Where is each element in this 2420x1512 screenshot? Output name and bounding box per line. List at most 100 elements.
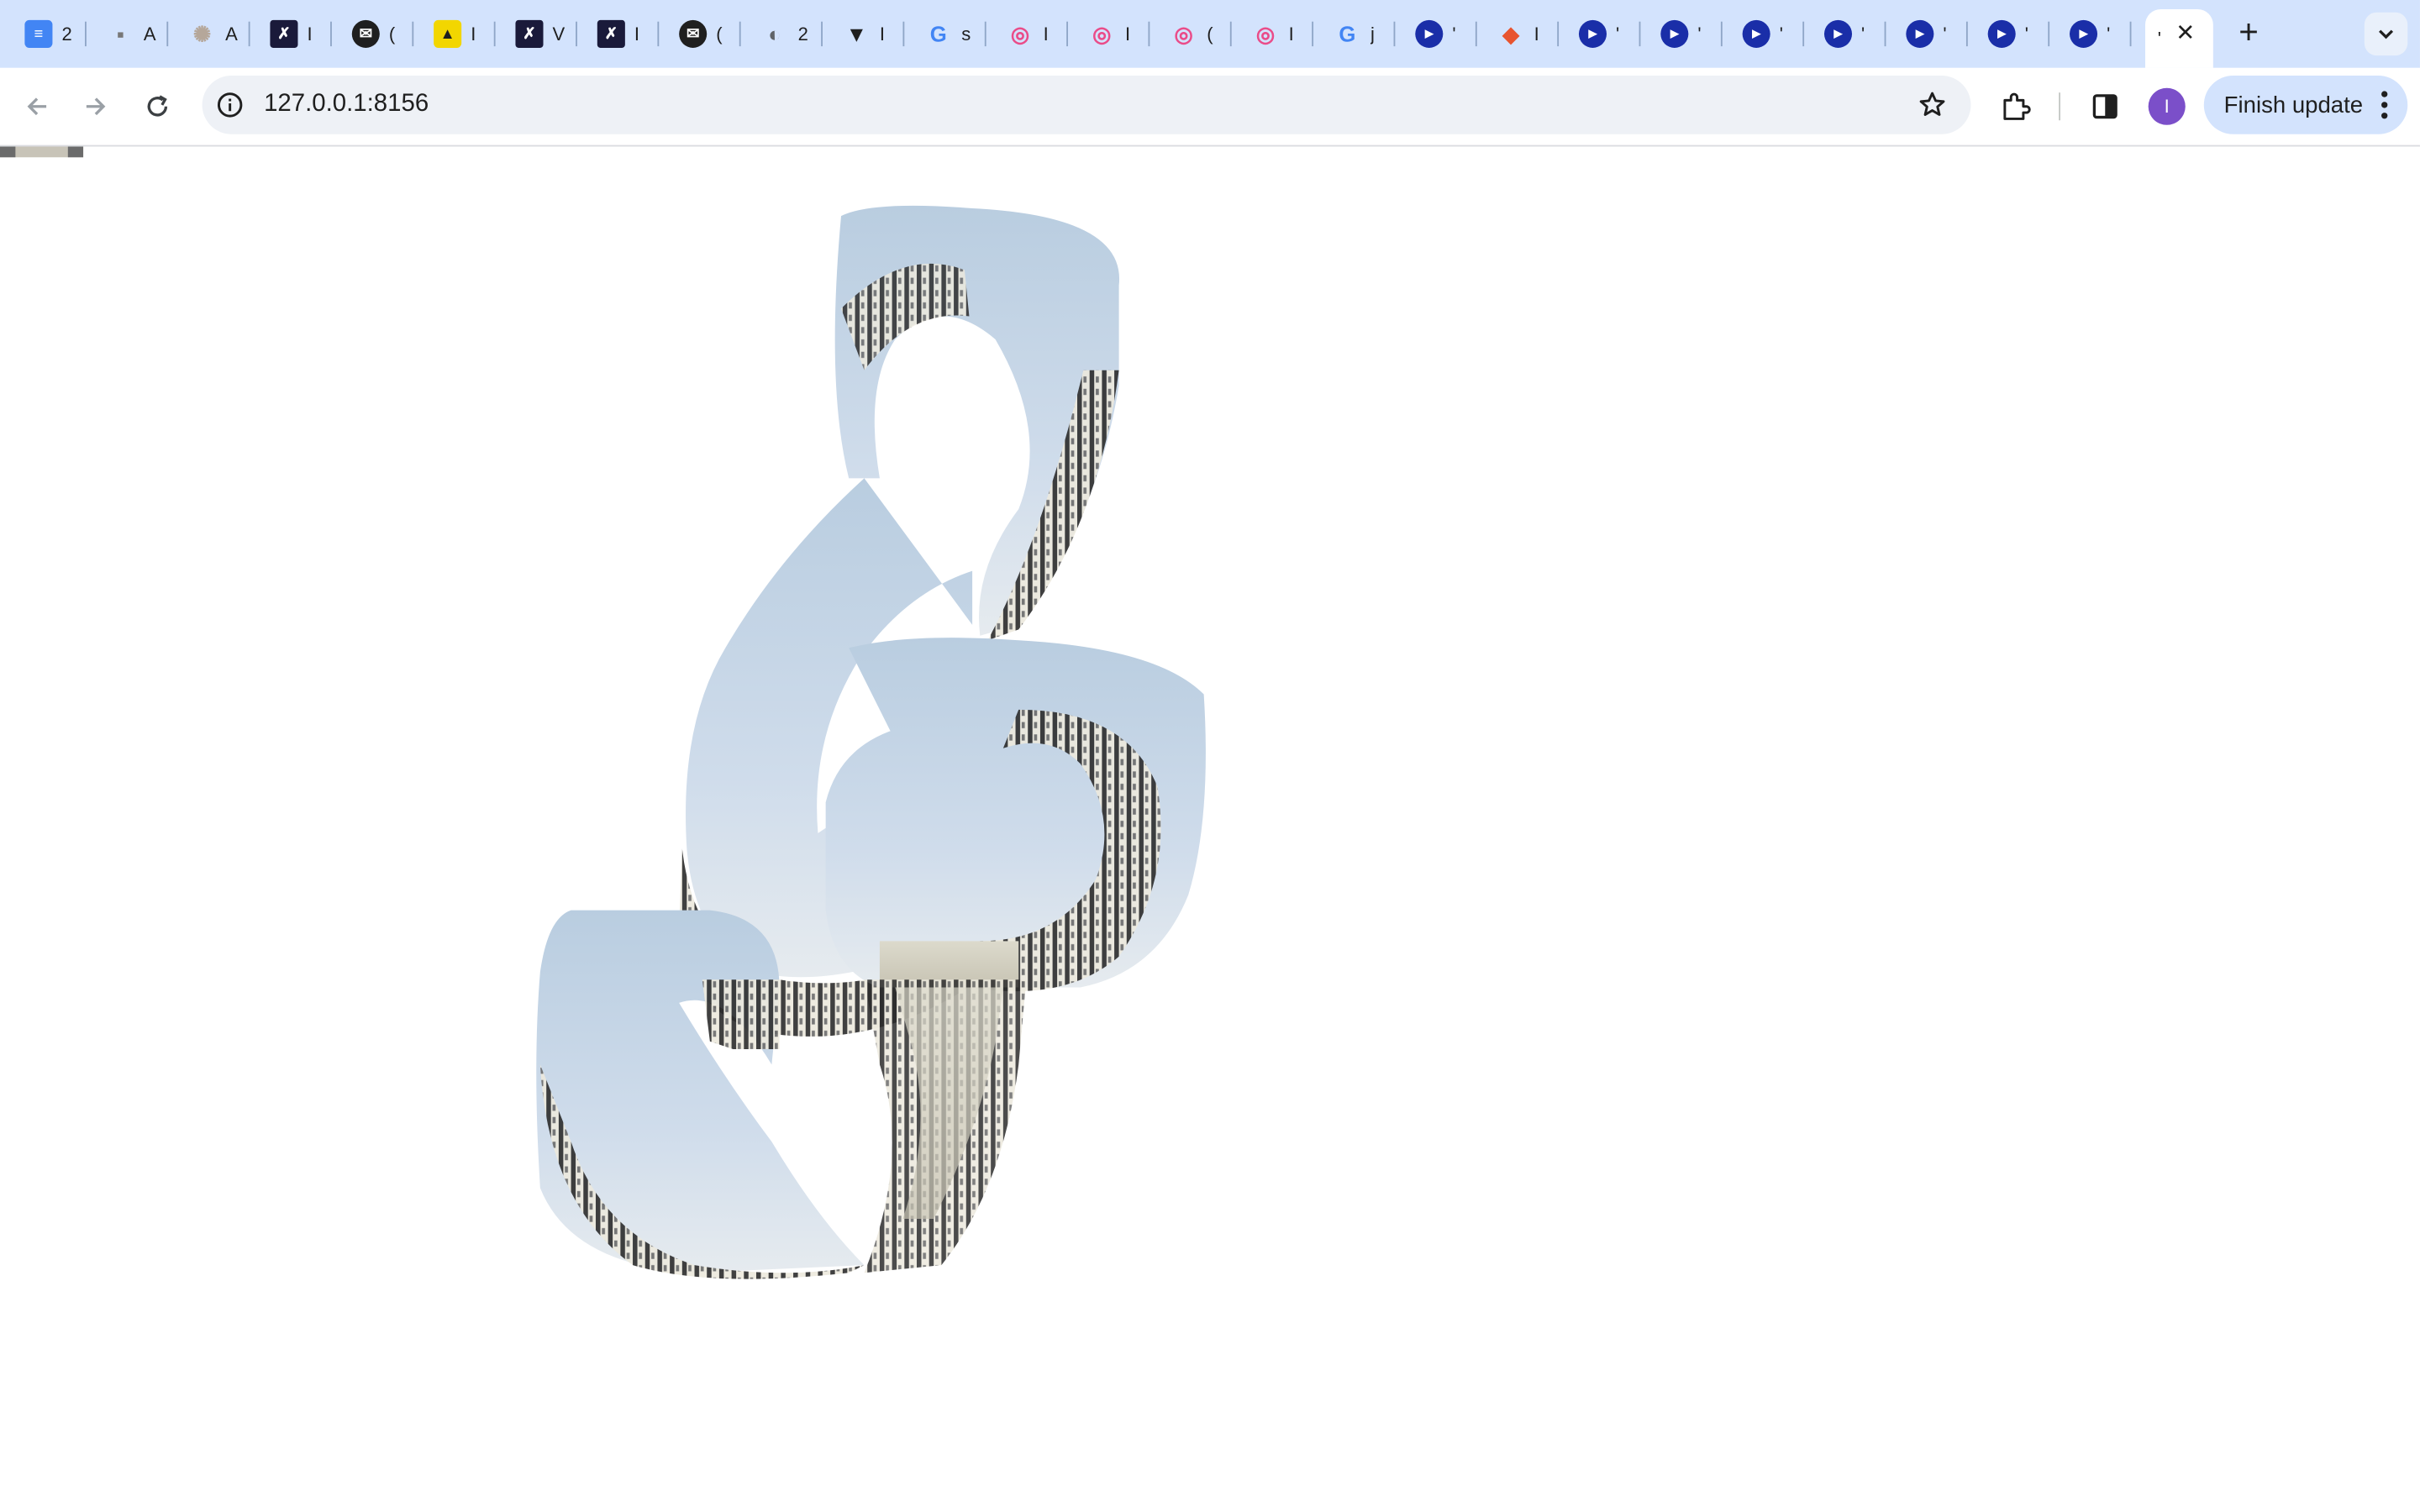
tab-15[interactable]: ◎(	[1150, 9, 1232, 59]
toolbar: 127.0.0.1:8156 I Finish update	[0, 67, 2420, 147]
site-info-icon[interactable]	[214, 90, 245, 121]
tab-12[interactable]: Gs	[904, 9, 986, 59]
tab-7[interactable]: ✗ V	[496, 9, 577, 59]
chevron-down-icon[interactable]	[2364, 12, 2408, 56]
dribbble-icon: ◎	[1010, 20, 1030, 46]
avatar[interactable]: I	[2148, 87, 2186, 125]
tab-title: (	[388, 23, 396, 45]
tab-23[interactable]: ▶ '	[1804, 9, 1886, 59]
plus-icon[interactable]: +	[2228, 13, 2269, 55]
editor-icon: ✗	[270, 19, 298, 48]
generic-site-icon: ▪	[116, 21, 124, 47]
tab-11[interactable]: ▼ I	[823, 9, 905, 59]
url-text: 127.0.0.1:8156	[264, 91, 429, 118]
corner-thumbnail	[0, 146, 84, 158]
bookmark-star-icon[interactable]	[1915, 88, 1949, 122]
mail-icon: ✉	[679, 19, 708, 48]
tab-title: 2	[797, 23, 808, 45]
vector-icon: ▼	[845, 21, 868, 47]
dribbble-icon: ◎	[1092, 20, 1112, 46]
more-menu-icon[interactable]	[2380, 90, 2389, 121]
tab-title: 2	[61, 23, 72, 45]
google-icon: G	[929, 21, 947, 47]
tab-22[interactable]: ▶ '	[1723, 9, 1805, 59]
tab-3[interactable]: ✺ A	[168, 9, 250, 59]
tab-title: I	[634, 23, 640, 45]
play-icon: ▶	[1987, 19, 2016, 48]
tab-strip: ≡ 2 ▪ A ✺ A ✗ I ✉(▲ I ✗ V ✗ I ✉(◐ 2 ▼ I Gs ◎ I ◎ I ◎(◎ I Gj ▶ ' ◆ I ▶ '…	[0, 0, 2420, 68]
tab-title: '	[1943, 23, 1947, 45]
tab-title: I	[1534, 23, 1539, 45]
tab-title: (	[1207, 23, 1213, 45]
tab-14[interactable]: ◎ I	[1068, 9, 1150, 59]
tab-25[interactable]: ▶ '	[1968, 9, 2050, 59]
tab-title: I	[1124, 23, 1131, 45]
google-icon: G	[1339, 21, 1356, 47]
play-icon: ▶	[1578, 19, 1607, 48]
tab-title: V	[552, 23, 566, 45]
editor-icon: ✗	[597, 19, 625, 48]
page-content	[0, 146, 2420, 1512]
tab-title: '	[1861, 23, 1865, 45]
yellow-app-icon: ▲	[434, 19, 462, 48]
address-bar[interactable]: 127.0.0.1:8156	[202, 75, 1971, 134]
play-icon: ▶	[2070, 19, 2098, 48]
tab-title: I	[1288, 23, 1294, 45]
side-panel-icon[interactable]	[2085, 87, 2125, 127]
tab-title: I	[879, 23, 886, 45]
finish-update-button[interactable]: Finish update	[2203, 75, 2408, 134]
tab-title: s	[961, 23, 971, 45]
tab-active[interactable]: ' ✕	[2145, 9, 2213, 68]
globe-icon: ◐	[768, 21, 781, 47]
tab-26[interactable]: ▶ '	[2049, 9, 2132, 59]
toolbar-divider	[2059, 92, 2060, 121]
tab-title: A	[143, 23, 156, 45]
tab-1[interactable]: ≡ 2	[5, 9, 87, 59]
tab-5[interactable]: ✉(	[332, 9, 414, 59]
swirl-sculpture-image	[536, 205, 1206, 1279]
tab-13[interactable]: ◎ I	[986, 9, 1068, 59]
tab-8[interactable]: ✗ I	[577, 9, 660, 59]
tab-9[interactable]: ✉(	[659, 9, 741, 59]
play-icon: ▶	[1660, 19, 1689, 48]
tab-title: I	[471, 23, 476, 45]
tab-18[interactable]: ▶ '	[1395, 9, 1477, 59]
extensions-icon[interactable]	[1996, 87, 2036, 127]
close-icon[interactable]: ✕	[2173, 21, 2197, 46]
tab-17[interactable]: Gj	[1313, 9, 1396, 59]
tab-title: '	[2107, 23, 2111, 45]
tab-title: '	[1779, 23, 1783, 45]
openai-icon: ✺	[192, 20, 212, 46]
tab-title: I	[307, 23, 313, 45]
dribbble-icon: ◎	[1174, 20, 1193, 46]
browser-window: ≡ 2 ▪ A ✺ A ✗ I ✉(▲ I ✗ V ✗ I ✉(◐ 2 ▼ I Gs ◎ I ◎ I ◎(◎ I Gj ▶ ' ◆ I ▶ '…	[0, 0, 2420, 1512]
tab-19[interactable]: ◆ I	[1477, 9, 1560, 59]
tab-title: '	[1452, 23, 1456, 45]
reload-icon[interactable]	[136, 85, 179, 128]
tab-title: '	[1697, 23, 1702, 45]
tab-16[interactable]: ◎ I	[1232, 9, 1314, 59]
forward-icon[interactable]	[74, 85, 117, 128]
tab-24[interactable]: ▶ '	[1886, 9, 1968, 59]
mail-icon: ✉	[351, 19, 380, 48]
tab-20[interactable]: ▶ '	[1559, 9, 1641, 59]
tab-6[interactable]: ▲ I	[413, 9, 496, 59]
tab-title: '	[2024, 23, 2028, 45]
tab-title: j	[1370, 23, 1375, 45]
editor-icon: ✗	[515, 19, 544, 48]
tab-21[interactable]: ▶ '	[1640, 9, 1723, 59]
back-icon[interactable]	[15, 85, 58, 128]
tab-title: '	[1616, 23, 1620, 45]
tab-separator	[2129, 21, 2132, 47]
tab-10[interactable]: ◐ 2	[741, 9, 823, 59]
play-icon: ▶	[1415, 19, 1444, 48]
tab-title: '	[2157, 28, 2161, 50]
google-docs-icon: ≡	[24, 19, 53, 48]
tab-title: I	[1043, 23, 1049, 45]
tab-2[interactable]: ▪ A	[87, 9, 169, 59]
play-icon: ▶	[1742, 19, 1770, 48]
play-icon: ▶	[1906, 19, 1934, 48]
tab-4[interactable]: ✗ I	[250, 9, 332, 59]
dribbble-icon: ◎	[1255, 20, 1276, 46]
colorful-app-icon: ◆	[1502, 20, 1520, 46]
